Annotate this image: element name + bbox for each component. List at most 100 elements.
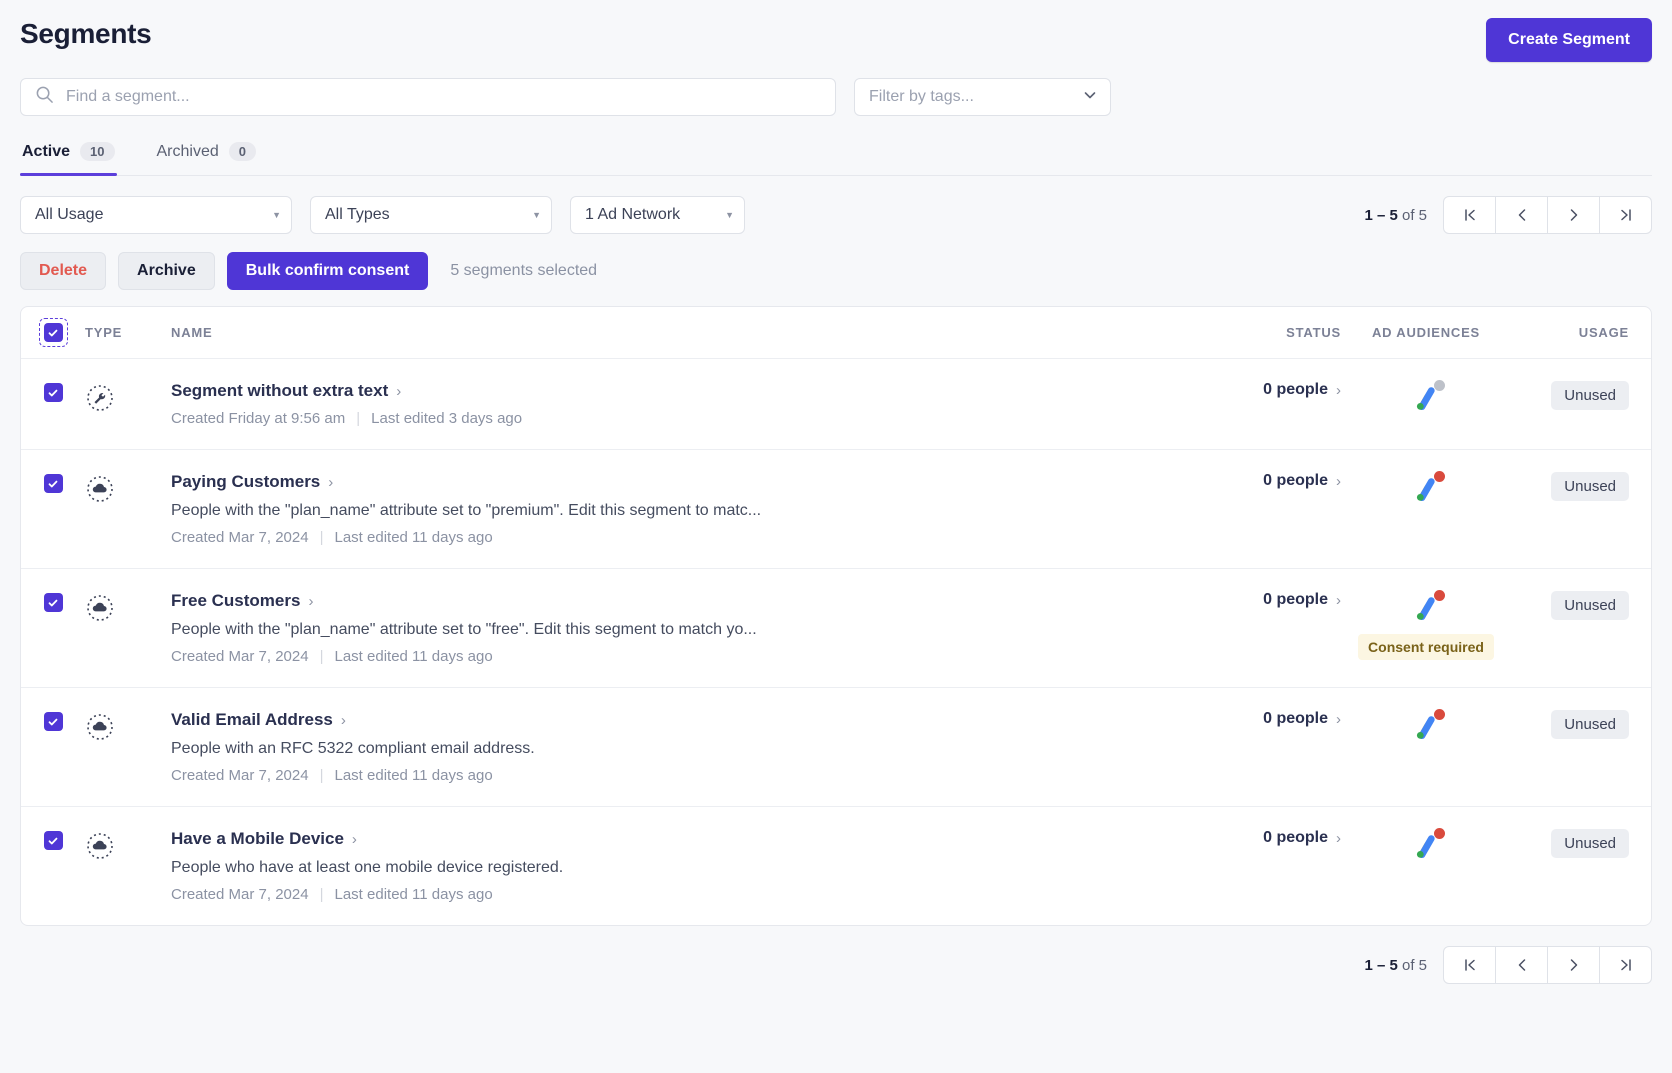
caret-down-icon: ▼ <box>725 210 734 220</box>
bulk-confirm-consent-button[interactable]: Bulk confirm consent <box>226 252 429 290</box>
search-input[interactable] <box>64 87 835 107</box>
row-checkbox[interactable] <box>43 712 63 731</box>
meta-divider: | <box>319 886 324 903</box>
segment-last-edited: Last edited 11 days ago <box>334 648 493 665</box>
tab-active-label: Active <box>22 142 71 160</box>
consent-required-badge: Consent required <box>1358 634 1494 660</box>
segment-usage-cell: Unused <box>1511 829 1651 858</box>
cloud-circle-icon <box>85 476 115 508</box>
row-checkbox[interactable] <box>43 383 63 402</box>
segment-status-text: 0 people <box>1263 591 1328 608</box>
segment-usage-cell: Unused <box>1511 381 1651 410</box>
segment-name-link[interactable]: Segment without extra text › <box>171 381 401 401</box>
previous-page-button[interactable] <box>1495 196 1548 234</box>
pagination-range-bottom: 1 – 5 of 5 <box>1364 957 1427 974</box>
pagination-range-value-bottom: 1 – 5 <box>1364 956 1398 974</box>
chevron-right-icon: › <box>308 592 314 610</box>
chevron-right-icon: › <box>351 830 357 848</box>
caret-down-icon: ▼ <box>532 210 541 220</box>
tab-active[interactable]: Active 10 <box>20 138 117 176</box>
column-header-ad-audiences: AD AUDIENCES <box>1371 325 1481 340</box>
usage-filter-value: All Usage <box>35 206 104 223</box>
pagination-range-top: 1 – 5 of 5 <box>1364 207 1427 224</box>
segment-tabs: Active 10 Archived 0 <box>20 138 1652 176</box>
table-header-row: TYPE NAME STATUS AD AUDIENCES USAGE <box>21 307 1651 359</box>
column-header-status: STATUS <box>1286 325 1341 340</box>
last-page-button-bottom[interactable] <box>1599 946 1652 984</box>
segment-name-cell: Paying Customers › People with the "plan_n… <box>171 472 1161 546</box>
last-page-button[interactable] <box>1599 196 1652 234</box>
segment-last-edited: Last edited 11 days ago <box>334 529 493 546</box>
segment-status-link[interactable]: 0 people › <box>1263 710 1341 728</box>
type-filter-select[interactable]: All Types ▼ <box>310 196 552 234</box>
ad-audiences-cell <box>1341 709 1511 744</box>
first-page-button-bottom[interactable] <box>1443 946 1496 984</box>
segment-status-cell: 0 people › <box>1161 710 1341 728</box>
segment-status-cell: 0 people › <box>1161 591 1341 609</box>
segment-created: Created Mar 7, 2024 <box>171 886 309 903</box>
usage-filter-select[interactable]: All Usage ▼ <box>20 196 292 234</box>
segment-name-text: Segment without extra text <box>171 381 389 400</box>
row-checkbox[interactable] <box>43 593 63 612</box>
segment-status-link[interactable]: 0 people › <box>1263 472 1341 490</box>
table-row: Segment without extra text › Created Frida… <box>21 359 1651 450</box>
segment-type-cell <box>85 710 171 747</box>
ad-network-filter-select[interactable]: 1 Ad Network ▼ <box>570 196 745 234</box>
google-ads-icon[interactable] <box>1409 590 1445 625</box>
tag-filter-label: Filter by tags... <box>869 88 974 105</box>
segment-status-link[interactable]: 0 people › <box>1263 591 1341 609</box>
segment-status-cell: 0 people › <box>1161 472 1341 490</box>
meta-divider: | <box>319 767 324 784</box>
tag-filter-select[interactable]: Filter by tags... <box>854 78 1111 116</box>
meta-divider: | <box>319 648 324 665</box>
google-ads-icon[interactable] <box>1409 380 1445 415</box>
segments-page: Segments Create Segment Filter by tags..… <box>0 0 1672 1008</box>
segment-created: Created Mar 7, 2024 <box>171 648 309 665</box>
next-page-button-bottom[interactable] <box>1547 946 1600 984</box>
next-page-button[interactable] <box>1547 196 1600 234</box>
google-ads-icon[interactable] <box>1409 471 1445 506</box>
pagination-range-value: 1 – 5 <box>1364 206 1398 224</box>
tab-archived[interactable]: Archived 0 <box>155 138 258 175</box>
segment-name-link[interactable]: Have a Mobile Device › <box>171 829 357 849</box>
select-all-checkbox[interactable] <box>38 318 68 347</box>
segment-status-link[interactable]: 0 people › <box>1263 381 1341 399</box>
table-row: Paying Customers › People with the "plan_n… <box>21 450 1651 569</box>
table-body: Segment without extra text › Created Frida… <box>21 359 1651 925</box>
first-page-button[interactable] <box>1443 196 1496 234</box>
filter-row: All Usage ▼ All Types ▼ 1 Ad Network ▼ 1… <box>20 196 1652 234</box>
segment-status-link[interactable]: 0 people › <box>1263 829 1341 847</box>
segment-name-link[interactable]: Free Customers › <box>171 591 313 611</box>
bulk-delete-button[interactable]: Delete <box>20 252 107 290</box>
ad-status-dot <box>1434 828 1445 839</box>
segment-type-cell <box>85 591 171 628</box>
search-field-wrapper[interactable] <box>20 78 836 116</box>
selection-count-label: 5 segments selected <box>450 262 598 279</box>
create-segment-button[interactable]: Create Segment <box>1486 18 1652 62</box>
segment-name-link[interactable]: Valid Email Address › <box>171 710 346 730</box>
row-checkbox[interactable] <box>43 474 63 493</box>
google-ads-icon[interactable] <box>1409 709 1445 744</box>
segment-usage-cell: Unused <box>1511 472 1651 501</box>
page-title: Segments <box>20 18 152 49</box>
google-ads-icon[interactable] <box>1409 828 1445 863</box>
tab-archived-count: 0 <box>228 142 256 161</box>
segment-created: Created Friday at 9:56 am <box>171 410 346 427</box>
previous-page-button-bottom[interactable] <box>1495 946 1548 984</box>
table-row: Free Customers › People with the "plan_nam… <box>21 569 1651 688</box>
caret-down-icon: ▼ <box>272 210 281 220</box>
segment-last-edited: Last edited 3 days ago <box>371 410 523 427</box>
segment-description: People with the "plan_name" attribute se… <box>171 621 757 638</box>
meta-divider: | <box>319 529 324 546</box>
row-checkbox[interactable] <box>43 831 63 850</box>
segment-status-text: 0 people <box>1263 472 1328 489</box>
segment-meta: Created Friday at 9:56 am | Last edited 3 … <box>171 410 1141 427</box>
segment-meta: Created Mar 7, 2024 | Last edited 11 days … <box>171 529 1141 546</box>
column-header-name: NAME <box>171 325 213 340</box>
page-header: Segments Create Segment <box>20 0 1652 62</box>
search-icon <box>21 85 64 109</box>
segment-name-link[interactable]: Paying Customers › <box>171 472 333 492</box>
segment-meta: Created Mar 7, 2024 | Last edited 11 days … <box>171 767 1141 784</box>
segments-table: TYPE NAME STATUS AD AUDIENCES USAGE Segm… <box>20 306 1652 926</box>
bulk-archive-button[interactable]: Archive <box>118 252 215 290</box>
